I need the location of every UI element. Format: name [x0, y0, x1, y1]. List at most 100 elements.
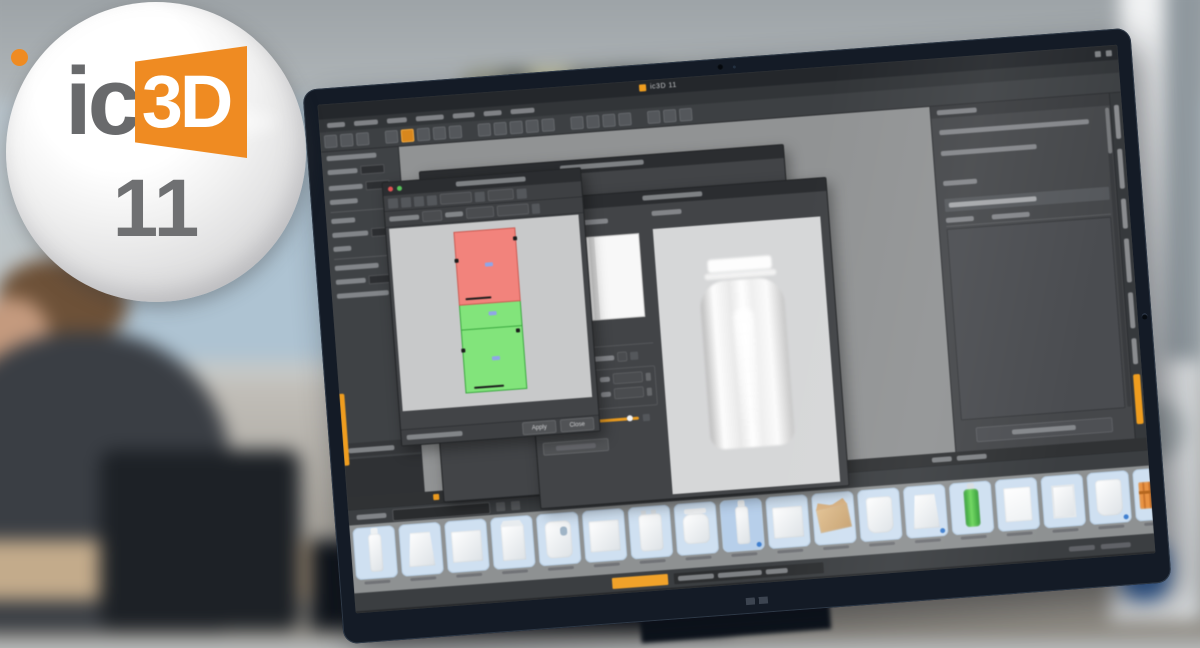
menu-item[interactable] — [510, 108, 534, 115]
artwork-window[interactable]: Apply Close — [381, 167, 600, 446]
preview-label — [651, 209, 681, 216]
toolbar-icon[interactable] — [618, 112, 632, 126]
offset-field[interactable] — [613, 386, 644, 399]
library-thumbnail-jug[interactable] — [535, 511, 583, 571]
library-thumbnail-sheet[interactable] — [994, 477, 1042, 537]
refresh-icon[interactable] — [630, 351, 639, 360]
jar-preview-pane — [653, 216, 840, 494]
dock-tab[interactable] — [1124, 238, 1132, 282]
toolbar-icon[interactable] — [679, 108, 693, 122]
jar-render — [697, 254, 795, 456]
toolbar-icon[interactable] — [647, 110, 661, 124]
dock-tab[interactable] — [1117, 149, 1125, 189]
toolbar-icon[interactable] — [477, 123, 491, 137]
webcam — [717, 63, 725, 71]
close-button[interactable]: Close — [560, 417, 595, 433]
logo-wedge: 3D — [135, 46, 247, 158]
apply-button[interactable]: Apply — [522, 420, 557, 436]
menu-item[interactable] — [483, 110, 501, 116]
slider-reset-icon[interactable] — [643, 414, 651, 422]
toolbar-icon[interactable] — [509, 120, 523, 134]
toolbar-icon[interactable] — [448, 125, 462, 139]
dieline-canvas[interactable] — [389, 215, 592, 412]
zoom-select[interactable] — [440, 192, 473, 205]
right-panel — [929, 93, 1134, 452]
menu-item[interactable] — [354, 119, 378, 126]
page-select[interactable] — [487, 188, 514, 201]
dock-tab[interactable] — [1121, 198, 1128, 228]
library-thumbnail-box[interactable] — [443, 518, 491, 578]
view-mode-icon[interactable] — [511, 501, 521, 511]
close-icon — [1106, 50, 1112, 56]
material-list[interactable] — [947, 217, 1126, 421]
status-icon — [433, 494, 439, 500]
monitor-brand-logo — [746, 596, 768, 605]
toolbar-icon[interactable] — [570, 116, 584, 130]
saved-indicator-green — [397, 186, 402, 191]
height-field[interactable] — [612, 371, 643, 384]
filter-icon[interactable] — [496, 502, 506, 512]
toolbar-icon[interactable] — [602, 114, 616, 128]
download-badge — [940, 528, 945, 533]
version-number: 11 — [6, 162, 306, 256]
toolbar-icon[interactable] — [586, 115, 600, 129]
library-thumbnail-bottle[interactable] — [351, 525, 399, 585]
library-thumbnail-box[interactable] — [764, 494, 812, 554]
menu-item[interactable] — [327, 122, 345, 128]
toolbar-icon[interactable] — [340, 133, 354, 147]
toolbar-icon[interactable] — [324, 134, 338, 148]
logo-i-dot — [11, 49, 28, 66]
property-field[interactable] — [360, 164, 385, 175]
checkbox[interactable] — [617, 351, 628, 362]
stepper[interactable] — [646, 372, 651, 380]
library-thumbnail-bottle[interactable] — [718, 498, 766, 558]
screen: ic3D 11 — [317, 45, 1155, 614]
library-thumbnail-jar[interactable] — [672, 501, 720, 561]
menu-item[interactable] — [387, 117, 407, 123]
preview-3d-button[interactable] — [542, 438, 609, 456]
app-icon — [639, 84, 647, 92]
left-panel-list[interactable] — [344, 454, 424, 498]
library-thumbnail-card[interactable] — [1039, 473, 1087, 533]
library-thumbnail-pouch[interactable] — [902, 484, 950, 544]
logo-ic-text: ic — [65, 54, 137, 150]
library-thumbnail-greenbottle[interactable] — [948, 480, 996, 540]
toolbar-icon[interactable] — [417, 127, 431, 141]
library-thumbnail-bag[interactable] — [1085, 470, 1133, 530]
load-material-button[interactable] — [975, 417, 1113, 442]
library-thumbnail-bag[interactable] — [856, 487, 904, 547]
bezel-button[interactable] — [1141, 313, 1147, 319]
render-status-badge[interactable] — [612, 573, 669, 588]
toolbar-icon[interactable] — [385, 130, 399, 144]
ic3d-logo: ic 3D — [6, 46, 306, 158]
library-thumbnail-cardboard[interactable] — [810, 491, 858, 551]
toolbar-icon[interactable] — [493, 122, 507, 136]
menu-item[interactable] — [453, 112, 475, 119]
toolbar-icon[interactable] — [401, 129, 415, 143]
toolbar-icon[interactable] — [541, 118, 555, 132]
toolbar-icon[interactable] — [432, 126, 446, 140]
dock-tab[interactable] — [1133, 374, 1144, 424]
window-controls[interactable] — [1095, 50, 1112, 57]
dieline-panel-green-large[interactable] — [461, 326, 528, 393]
app-title: ic3D 11 — [650, 82, 677, 91]
library-thumbnail-pouch[interactable] — [397, 522, 445, 582]
dieline-panel-red[interactable] — [453, 227, 520, 305]
dock-tab[interactable] — [1114, 105, 1122, 139]
equipment — [100, 450, 300, 630]
monitor: ic3D 11 — [302, 28, 1171, 645]
library-thumbnail-box[interactable] — [581, 508, 629, 568]
library-thumbnail-carton[interactable] — [489, 515, 537, 575]
minimize-icon — [1095, 50, 1101, 56]
library-thumbnail-crate[interactable] — [1131, 467, 1154, 527]
download-badge — [1123, 514, 1128, 519]
dock-tab[interactable] — [1128, 292, 1136, 328]
dock-tab[interactable] — [1131, 338, 1138, 364]
toolbar-icon[interactable] — [356, 132, 370, 146]
library-thumbnail-canister[interactable] — [627, 504, 675, 564]
stepper[interactable] — [647, 387, 652, 395]
toolbar-icon[interactable] — [663, 109, 677, 123]
toolbar-icon[interactable] — [525, 119, 539, 133]
menu-item[interactable] — [416, 114, 444, 121]
download-badge — [757, 542, 762, 547]
